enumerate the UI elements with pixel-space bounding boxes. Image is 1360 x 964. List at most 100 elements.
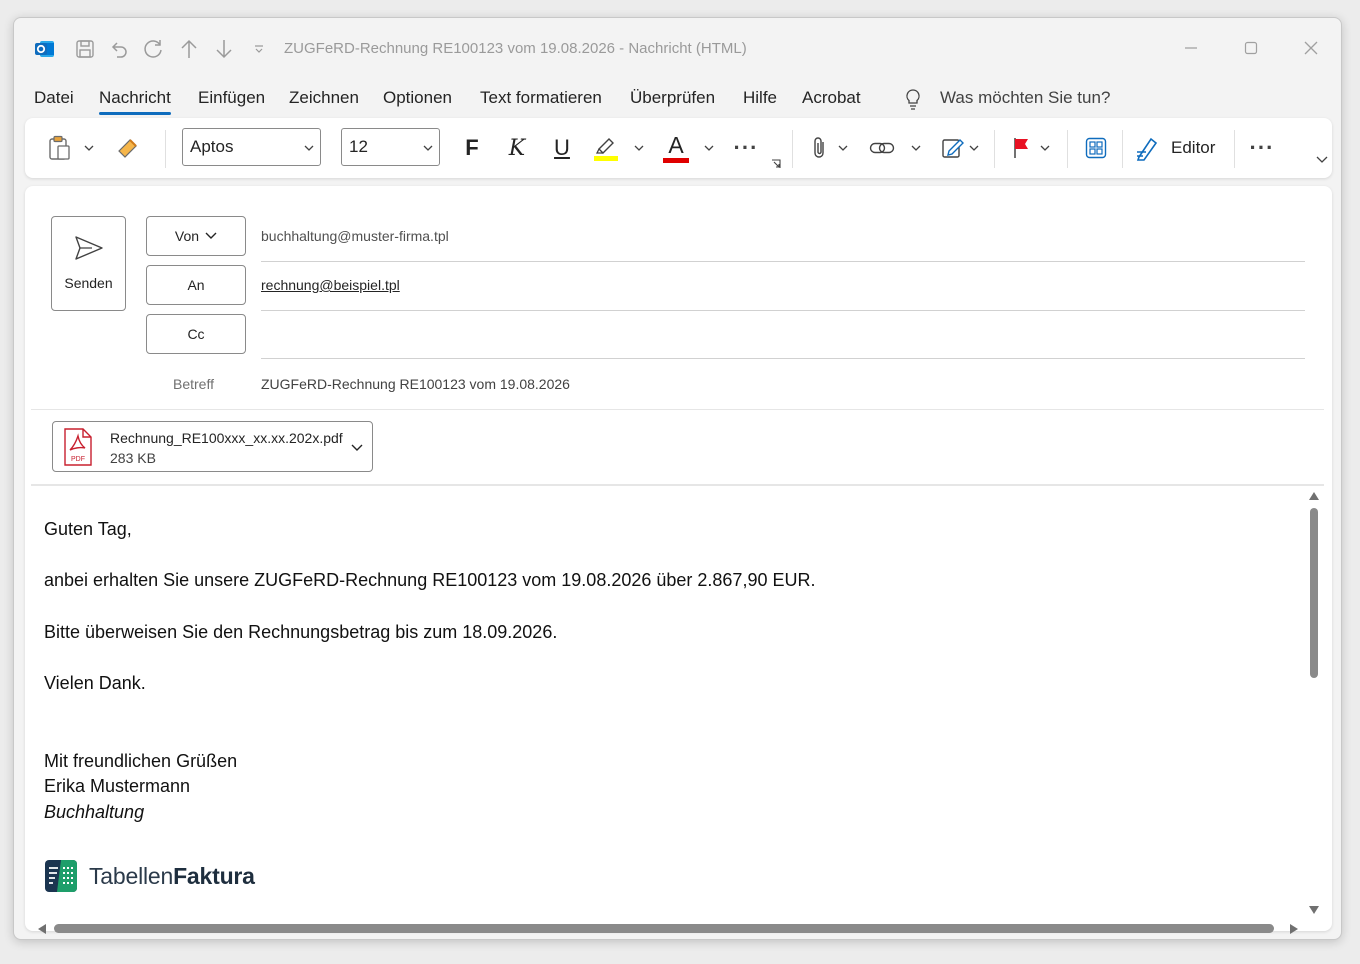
- ribbon-expand-icon[interactable]: [1315, 150, 1329, 170]
- cc-input[interactable]: [261, 326, 1301, 346]
- close-button[interactable]: [1297, 36, 1325, 60]
- more-commands-button[interactable]: ···: [1248, 118, 1276, 178]
- menu-text-formatieren[interactable]: Text formatieren: [480, 88, 602, 108]
- menu-optionen[interactable]: Optionen: [383, 88, 452, 108]
- from-label: Von: [174, 228, 200, 244]
- body-closing: Mit freundlichen Grüßen: [44, 751, 238, 771]
- font-size-select[interactable]: 12: [341, 128, 440, 166]
- vertical-scroll-thumb[interactable]: [1310, 508, 1318, 678]
- cc-divider: [261, 358, 1305, 359]
- pdf-icon: PDF: [64, 428, 92, 466]
- maximize-button[interactable]: [1237, 36, 1265, 60]
- title-bar: ZUGFeRD-Rechnung RE100123 vom 19.08.2026…: [14, 18, 1341, 78]
- body-thanks: Vielen Dank.: [44, 673, 146, 693]
- font-color-letter: A: [668, 131, 684, 158]
- up-arrow-icon[interactable]: [178, 38, 200, 60]
- logo-text-light: Tabellen: [89, 862, 174, 889]
- paste-button[interactable]: [45, 118, 75, 178]
- chevron-down-icon: [304, 145, 314, 151]
- menu-einfuegen[interactable]: Einfügen: [198, 88, 265, 108]
- cc-label: Cc: [187, 326, 205, 342]
- header-divider: [31, 409, 1324, 410]
- more-formatting-label: ···: [733, 135, 759, 160]
- paste-dropdown[interactable]: [81, 118, 97, 178]
- ribbon-separator: [994, 130, 995, 168]
- editor-label: Editor: [1171, 138, 1216, 157]
- menu-datei[interactable]: Datei: [34, 88, 74, 108]
- menu-hilfe[interactable]: Hilfe: [743, 88, 777, 108]
- scroll-right-arrow-icon[interactable]: [1290, 924, 1298, 934]
- italic-button[interactable]: K: [502, 118, 532, 178]
- pdf-type-label: PDF: [71, 456, 85, 463]
- redo-icon[interactable]: [143, 38, 165, 60]
- more-commands-label: ···: [1249, 135, 1275, 160]
- customize-icon[interactable]: [248, 38, 270, 60]
- attachment-card[interactable]: PDF Rechnung_RE100xxx_xx.xx.202x.pdf 283…: [52, 421, 373, 472]
- to-button[interactable]: An: [146, 265, 246, 305]
- chevron-down-icon: [423, 145, 433, 151]
- body-signature-name: Erika Mustermann: [44, 776, 191, 796]
- vertical-scrollbar[interactable]: [1307, 488, 1321, 918]
- font-color-dropdown[interactable]: [701, 118, 717, 178]
- send-button[interactable]: Senden: [51, 216, 126, 311]
- body-line-invoice: anbei erhalten Sie unsere ZUGFeRD-Rechnu…: [44, 570, 816, 590]
- flag-dropdown[interactable]: [1037, 118, 1053, 178]
- subject-input[interactable]: ZUGFeRD-Rechnung RE100123 vom 19.08.2026: [261, 376, 570, 392]
- font-name-select[interactable]: Aptos: [182, 128, 321, 166]
- menu-acrobat[interactable]: Acrobat: [802, 88, 861, 108]
- signature-dropdown[interactable]: [966, 118, 982, 178]
- attach-icon[interactable]: [807, 118, 833, 178]
- menu-zeichnen[interactable]: Zeichnen: [289, 88, 359, 108]
- down-arrow-icon[interactable]: [213, 38, 235, 60]
- horizontal-scroll-thumb[interactable]: [54, 924, 1274, 933]
- font-name-value: Aptos: [190, 137, 234, 156]
- horizontal-scrollbar[interactable]: [34, 918, 1324, 938]
- menu-ueberpruefen[interactable]: Überprüfen: [630, 88, 715, 108]
- minimize-button[interactable]: [1177, 36, 1205, 60]
- subject-label: Betreff: [173, 376, 214, 392]
- bold-button[interactable]: F: [457, 118, 487, 178]
- more-formatting-button[interactable]: ···: [731, 118, 761, 178]
- undo-icon[interactable]: [108, 38, 130, 60]
- format-painter-icon[interactable]: [113, 118, 143, 178]
- menu-nachricht[interactable]: Nachricht: [99, 88, 171, 115]
- tell-me-search[interactable]: Was möchten Sie tun?: [940, 88, 1110, 108]
- logo-text-bold: Faktura: [173, 862, 255, 889]
- attachment-menu-chevron-icon[interactable]: [351, 444, 363, 452]
- link-dropdown[interactable]: [908, 118, 924, 178]
- dialog-launcher-icon[interactable]: [770, 158, 782, 170]
- italic-label: K: [508, 135, 526, 161]
- attach-dropdown[interactable]: [835, 118, 851, 178]
- ribbon-separator: [1234, 130, 1235, 168]
- ribbon: Aptos 12 F K U A ··· Editor ···: [25, 118, 1332, 178]
- signature-icon[interactable]: [939, 118, 967, 178]
- underline-button[interactable]: U: [547, 118, 577, 178]
- underline-label: U: [554, 135, 570, 160]
- compose-pane: Senden Von buchhaltung@muster-firma.tpl …: [25, 186, 1332, 931]
- ribbon-separator: [165, 130, 166, 168]
- chevron-down-icon: [205, 232, 217, 239]
- apps-icon[interactable]: [1082, 118, 1110, 178]
- highlight-icon[interactable]: [591, 118, 621, 178]
- highlight-dropdown[interactable]: [631, 118, 647, 178]
- to-divider: [261, 310, 1305, 311]
- from-button[interactable]: Von: [146, 216, 246, 256]
- editor-button[interactable]: Editor: [1135, 118, 1225, 178]
- logo-wordmark: TabellenFaktura: [89, 863, 255, 890]
- window-title: ZUGFeRD-Rechnung RE100123 vom 19.08.2026…: [284, 40, 747, 57]
- flag-icon[interactable]: [1009, 118, 1035, 178]
- link-icon[interactable]: [868, 118, 896, 178]
- body-signature-department: Buchhaltung: [44, 802, 145, 822]
- from-value: buchhaltung@muster-firma.tpl: [261, 228, 449, 244]
- scroll-up-arrow-icon[interactable]: [1309, 492, 1319, 500]
- scroll-left-arrow-icon[interactable]: [38, 924, 46, 934]
- outlook-icon[interactable]: [34, 38, 56, 60]
- save-icon[interactable]: [74, 38, 96, 60]
- font-color-bar: [663, 157, 689, 163]
- cc-button[interactable]: Cc: [146, 314, 246, 354]
- company-logo: TabellenFaktura: [44, 858, 255, 894]
- to-value[interactable]: rechnung@beispiel.tpl: [261, 277, 400, 293]
- logo-mark-icon: [45, 860, 77, 892]
- scroll-down-arrow-icon[interactable]: [1309, 906, 1319, 914]
- font-color-icon[interactable]: A: [661, 118, 691, 178]
